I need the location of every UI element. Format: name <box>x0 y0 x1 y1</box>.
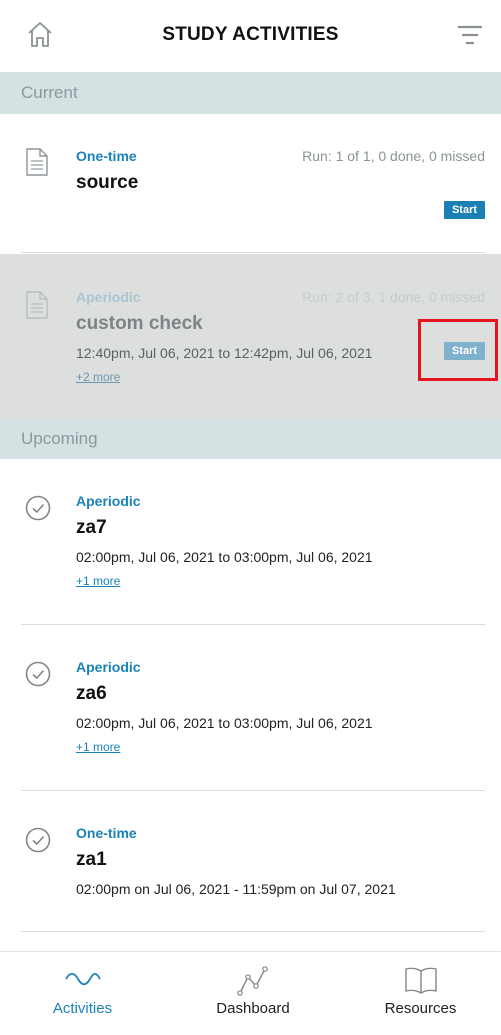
activity-type: Aperiodic <box>76 289 141 305</box>
wave-icon <box>64 972 101 986</box>
start-button[interactable]: Start <box>444 201 485 219</box>
activity-name: custom check <box>76 313 203 334</box>
activity-schedule: 02:00pm, Jul 06, 2021 to 03:00pm, Jul 06… <box>76 549 373 565</box>
activity-type: Aperiodic <box>76 493 141 509</box>
activity-type: Aperiodic <box>76 659 141 675</box>
section-header-upcoming: Upcoming <box>0 419 501 459</box>
activity-name: za7 <box>76 517 107 538</box>
activity-schedule: 02:00pm, Jul 06, 2021 to 03:00pm, Jul 06… <box>76 715 373 731</box>
check-circle-icon <box>25 495 51 521</box>
activity-schedule: 02:00pm on Jul 06, 2021 - 11:59pm on Jul… <box>76 881 396 897</box>
book-icon <box>404 967 437 994</box>
document-icon <box>26 148 48 176</box>
more-link[interactable]: +1 more <box>76 574 120 588</box>
tab-resources[interactable]: Resources <box>340 952 501 1035</box>
bottom-tab-bar: Activities Dashboard Resources <box>0 951 501 1035</box>
activity-type: One-time <box>76 825 137 841</box>
activity-type: One-time <box>76 148 137 164</box>
document-icon <box>26 291 48 319</box>
activity-name: source <box>76 172 139 193</box>
filter-icon[interactable] <box>457 24 483 46</box>
check-circle-icon <box>25 661 51 687</box>
tab-label: Resources <box>384 1000 457 1017</box>
run-status: Run: 1 of 1, 0 done, 0 missed <box>302 148 485 164</box>
more-link[interactable]: +1 more <box>76 740 120 754</box>
tab-activities[interactable]: Activities <box>0 952 165 1035</box>
page-title: STUDY ACTIVITIES <box>162 24 339 45</box>
tab-label: Activities <box>52 1000 113 1017</box>
activity-card[interactable]: One-time za1 02:00pm on Jul 06, 2021 - 1… <box>0 791 501 931</box>
top-bar: STUDY ACTIVITIES <box>0 0 501 72</box>
check-circle-icon <box>25 827 51 853</box>
tab-label: Dashboard <box>216 1000 290 1017</box>
graph-icon <box>237 966 268 996</box>
divider <box>21 252 485 253</box>
activity-schedule: 12:40pm, Jul 06, 2021 to 12:42pm, Jul 06… <box>76 345 373 361</box>
activity-card[interactable]: Aperiodic za7 02:00pm, Jul 06, 2021 to 0… <box>0 459 501 624</box>
more-link[interactable]: +2 more <box>76 370 120 384</box>
activity-name: za6 <box>76 683 107 704</box>
divider <box>21 931 485 932</box>
section-header-current: Current <box>0 72 501 114</box>
tab-dashboard[interactable]: Dashboard <box>168 952 338 1035</box>
activity-card[interactable]: Aperiodic za6 02:00pm, Jul 06, 2021 to 0… <box>0 625 501 790</box>
activity-card[interactable]: One-time Run: 1 of 1, 0 done, 0 missed s… <box>0 114 501 253</box>
highlight-box <box>418 319 498 381</box>
activity-name: za1 <box>76 849 107 870</box>
run-status: Run: 2 of 3, 1 done, 0 missed <box>302 289 485 305</box>
